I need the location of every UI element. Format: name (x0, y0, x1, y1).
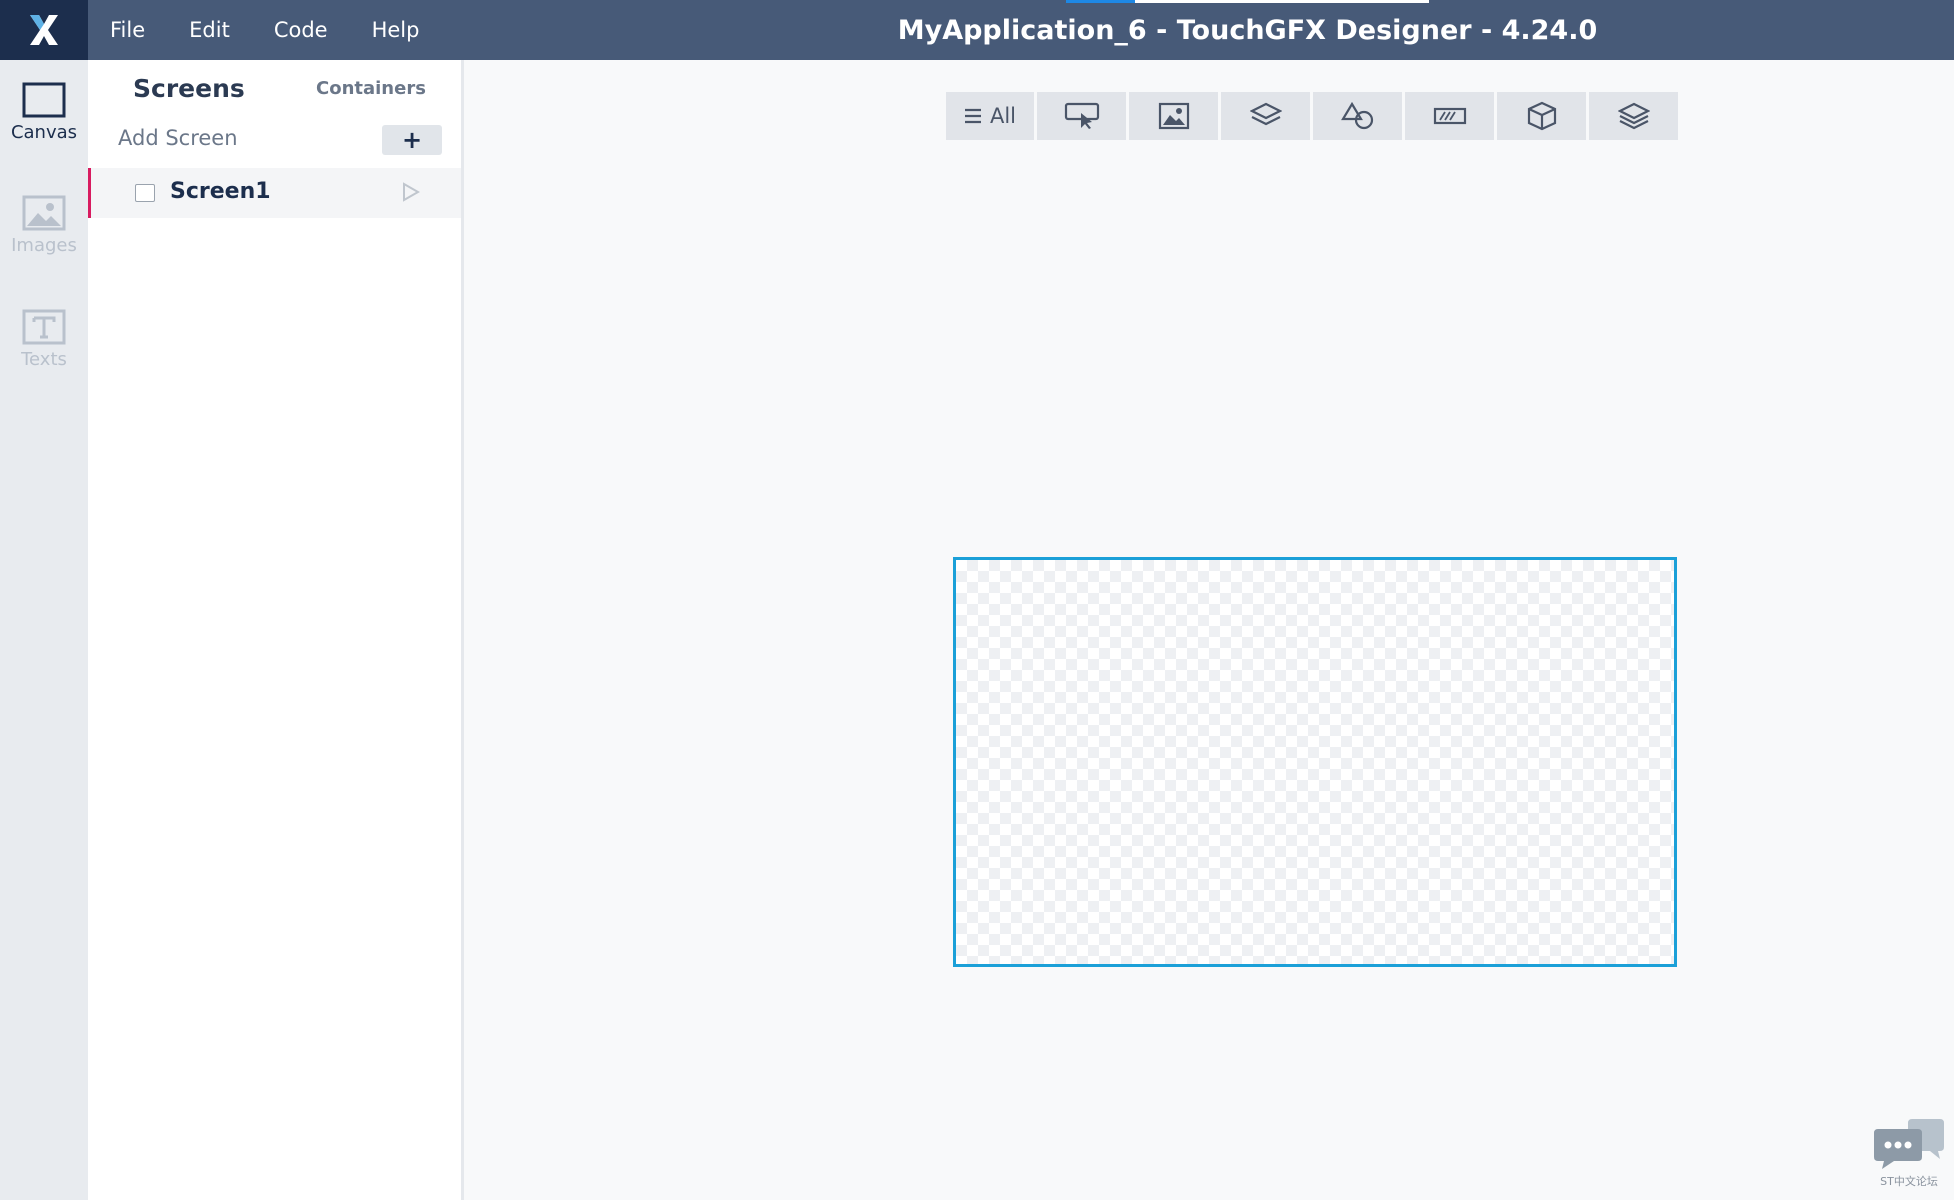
menu-bar: File Edit Code Help (88, 0, 441, 60)
canvas-icon (22, 82, 66, 118)
filter-progress-button[interactable] (1405, 92, 1494, 140)
filter-all-label: All (989, 104, 1017, 128)
watermark-text: ST中文论坛 (1880, 1175, 1938, 1188)
app-logo[interactable] (0, 0, 88, 60)
watermark: ST中文论坛 (1872, 1113, 1946, 1195)
play-icon[interactable] (402, 182, 420, 202)
rail-item-images[interactable]: Images (0, 195, 88, 295)
rail-label-images: Images (11, 235, 77, 256)
menu-file[interactable]: File (88, 18, 167, 42)
left-rail: Canvas Images Texts (0, 60, 88, 1200)
add-screen-label: Add Screen (118, 126, 238, 150)
filter-interaction-button[interactable] (1037, 92, 1126, 140)
add-screen-button[interactable]: + (382, 125, 442, 155)
image-icon (22, 195, 66, 231)
filter-images-button[interactable] (1129, 92, 1218, 140)
screens-panel: Screens Containers Add Screen + Screen1 (88, 60, 464, 1200)
interaction-icon (1064, 102, 1099, 129)
chat-bubbles-icon (1874, 1119, 1944, 1169)
text-icon (22, 309, 66, 345)
tab-screens[interactable]: Screens (133, 74, 245, 103)
filter-containers-button[interactable] (1221, 92, 1310, 140)
menu-edit[interactable]: Edit (167, 18, 252, 42)
filter-layers-button[interactable] (1589, 92, 1678, 140)
touchgfx-logo-icon (30, 15, 58, 45)
filter-all-button[interactable]: All (946, 92, 1034, 140)
progress-indicator-icon (1433, 107, 1466, 125)
layers-icon (1617, 102, 1650, 130)
design-canvas[interactable] (953, 557, 1677, 967)
container-icon (1249, 102, 1282, 126)
shapes-icon (1340, 101, 1373, 130)
image-widget-icon (1158, 102, 1189, 130)
hamburger-icon (964, 108, 981, 124)
filter-3d-button[interactable] (1497, 92, 1586, 140)
tab-containers[interactable]: Containers (316, 78, 426, 99)
screen-checkbox[interactable] (135, 184, 155, 202)
screen-name: Screen1 (170, 179, 271, 204)
widget-filter-toolbar: All (946, 92, 1678, 140)
filter-shapes-button[interactable] (1313, 92, 1402, 140)
plus-icon: + (401, 126, 423, 154)
rail-item-texts[interactable]: Texts (0, 309, 88, 409)
title-bar: File Edit Code Help MyApplication_6 - To… (0, 0, 1954, 60)
rail-label-canvas: Canvas (10, 122, 78, 143)
menu-code[interactable]: Code (252, 18, 350, 42)
rail-label-texts: Texts (21, 349, 67, 370)
selected-indicator (88, 168, 91, 218)
screen-list-item[interactable]: Screen1 (88, 168, 461, 218)
window-title: MyApplication_6 - TouchGFX Designer - 4.… (897, 14, 1598, 46)
rail-item-canvas[interactable]: Canvas (0, 82, 88, 182)
3d-cube-icon (1527, 101, 1556, 131)
menu-help[interactable]: Help (350, 18, 442, 42)
